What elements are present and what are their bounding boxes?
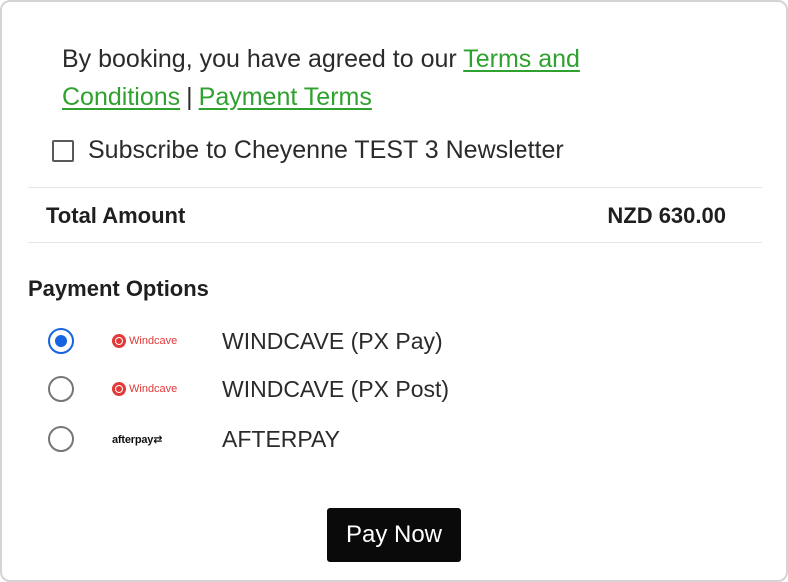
windcave-icon	[112, 382, 126, 396]
divider-bottom	[28, 242, 762, 243]
pay-now-button[interactable]: Pay Now	[327, 508, 461, 562]
booking-summary-panel: By booking, you have agreed to our Terms…	[0, 0, 788, 582]
afterpay-logo: afterpay⇄	[112, 433, 163, 446]
total-amount-label: Total Amount	[46, 203, 186, 228]
newsletter-checkbox[interactable]	[52, 139, 74, 162]
afterpay-arrows-icon: ⇄	[153, 433, 163, 446]
payment-radio-windcave-pxpost[interactable]	[48, 376, 74, 402]
payment-radio-windcave-pxpay[interactable]	[48, 328, 74, 354]
newsletter-subscribe[interactable]: Subscribe to Cheyenne TEST 3 Newsletter	[52, 136, 564, 165]
total-amount-value: NZD 630.00	[607, 203, 726, 228]
terms-prefix: By booking, you have agreed to our	[62, 45, 457, 73]
payment-radio-afterpay[interactable]	[48, 426, 74, 452]
payment-option-windcave-pxpost[interactable]: Windcave WINDCAVE (PX Post)	[48, 372, 449, 406]
payment-terms-link[interactable]: Payment Terms	[199, 83, 372, 111]
terms-notice: By booking, you have agreed to our Terms…	[62, 40, 712, 116]
payment-options-title: Payment Options	[28, 276, 209, 301]
windcave-logo: Windcave	[112, 324, 212, 358]
payment-option-windcave-pxpay[interactable]: Windcave WINDCAVE (PX Pay)	[48, 324, 443, 358]
terms-separator: |	[186, 83, 193, 111]
windcave-icon	[112, 334, 126, 348]
newsletter-label: Subscribe to Cheyenne TEST 3 Newsletter	[88, 136, 564, 164]
payment-option-afterpay[interactable]: afterpay⇄ AFTERPAY	[48, 422, 340, 456]
divider-top	[28, 187, 762, 188]
payment-option-label: AFTERPAY	[222, 426, 340, 452]
payment-option-label: WINDCAVE (PX Post)	[222, 376, 450, 402]
windcave-logo: Windcave	[112, 372, 212, 406]
payment-option-label: WINDCAVE (PX Pay)	[222, 328, 443, 354]
